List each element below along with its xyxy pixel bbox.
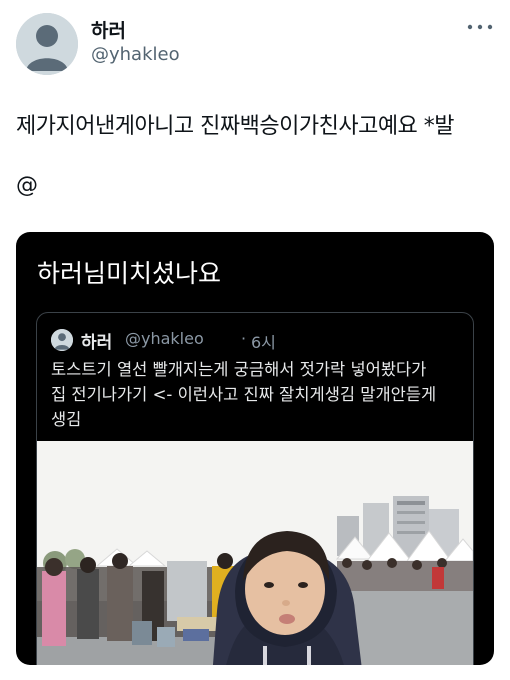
quoted-time: 6시 — [251, 333, 276, 352]
tweet-text: 제가지어낸게아니고 진짜백승이가친사고예요 *발 — [16, 114, 455, 139]
author-handle[interactable]: @yhakleo — [91, 44, 180, 65]
media-card[interactable]: 하러님미치셨나요 하러 @yhakleo · 6시 토스트기 열선 빨개지는게 … — [16, 232, 494, 665]
default-profile-avatar-icon — [16, 13, 78, 75]
author-name[interactable]: 하러 — [91, 16, 126, 43]
mention-text[interactable]: @ — [16, 173, 38, 198]
default-profile-avatar-icon — [51, 329, 73, 351]
quoted-tweet-text: 토스트기 열선 빨개지는게 궁금해서 젓가락 넣어봤다가 집 전기나가기 <- … — [51, 360, 437, 429]
quoted-author-avatar — [51, 329, 73, 351]
more-options-icon[interactable] — [466, 18, 494, 36]
quoted-separator: · — [241, 329, 247, 348]
card-caption: 하러님미치셨나요 — [37, 259, 222, 288]
quoted-author-name: 하러 — [81, 333, 113, 353]
quoted-tweet: 하러 @yhakleo · 6시 토스트기 열선 빨개지는게 궁금해서 젓가락 … — [36, 312, 474, 665]
quoted-photo[interactable] — [37, 441, 473, 665]
author-avatar[interactable] — [16, 13, 78, 75]
photo-child-in-hoodie — [37, 441, 473, 665]
quoted-author-handle: @yhakleo — [125, 329, 204, 348]
